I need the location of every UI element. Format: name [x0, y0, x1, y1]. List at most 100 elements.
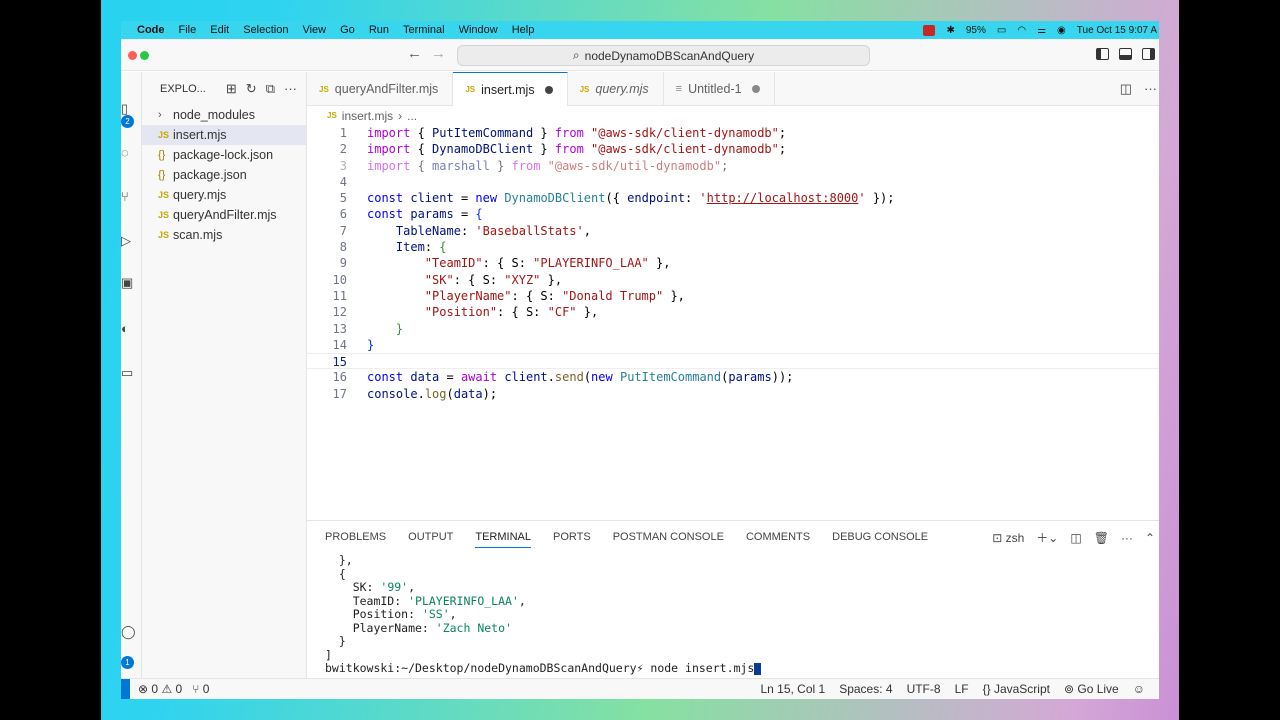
toggle-panel-icon[interactable]	[1119, 48, 1132, 60]
language-mode[interactable]: {} JavaScript	[983, 682, 1050, 696]
menu-file[interactable]: File	[179, 24, 197, 36]
unsaved-dot-icon[interactable]	[751, 85, 760, 93]
more-actions-icon[interactable]: ···	[284, 81, 297, 96]
menu-window[interactable]: Window	[459, 24, 498, 36]
cursor-position[interactable]: Ln 15, Col 1	[760, 682, 825, 696]
breadcrumb-separator: ›	[398, 108, 403, 123]
tab-insert[interactable]: JS insert.mjs	[453, 72, 568, 106]
trash-icon[interactable]: 🗑	[1094, 531, 1109, 545]
tree-folder-node-modules[interactable]: › node_modules	[142, 105, 306, 125]
problems-status[interactable]: ⊗ 0 ⚠ 0	[138, 682, 182, 696]
line-content: import { marshall } from "@aws-sdk/util-…	[347, 158, 728, 174]
tab-query-and-filter[interactable]: JS queryAndFilter.mjs	[307, 72, 454, 106]
recording-icon[interactable]	[923, 24, 936, 36]
zoom-window-button[interactable]	[140, 51, 149, 60]
go-live-button[interactable]: ⊚ Go Live	[1064, 682, 1119, 696]
accounts-icon[interactable]: ◯	[121, 625, 136, 639]
bluetooth-icon[interactable]: ✱	[946, 25, 954, 36]
explorer-title: EXPLO...	[160, 82, 206, 95]
source-control-icon[interactable]: ⑂	[121, 190, 131, 204]
code-editor[interactable]: 1 import { PutItemCommand } from "@aws-sd…	[307, 125, 1159, 402]
tab-comments[interactable]: COMMENTS	[746, 531, 810, 543]
encoding[interactable]: UTF-8	[907, 682, 941, 696]
tab-terminal[interactable]: TERMINAL	[475, 531, 531, 548]
scm-badge: 2	[121, 115, 134, 128]
tab-problems[interactable]: PROBLEMS	[325, 531, 386, 543]
js-file-icon: JS	[579, 84, 590, 94]
split-editor-icon[interactable]: ◫	[1120, 81, 1132, 97]
more-actions-icon[interactable]: ···	[1121, 531, 1133, 545]
clock[interactable]: Tue Oct 15 9:07 A	[1077, 25, 1157, 36]
line-content: const client = new DynamoDBClient({ endp…	[347, 190, 895, 206]
split-terminal-icon[interactable]: ◫	[1070, 531, 1081, 545]
control-center-icon[interactable]: ⚌	[1037, 25, 1046, 36]
tab-output[interactable]: OUTPUT	[408, 531, 453, 543]
token: ,	[583, 223, 591, 238]
breadcrumb-symbol[interactable]: ...	[407, 109, 417, 123]
toggle-secondary-sidebar-icon[interactable]	[1142, 48, 1155, 60]
search-view-icon[interactable]: ◌	[121, 146, 131, 160]
menu-app-name[interactable]: Code	[137, 24, 165, 36]
tree-file-scan[interactable]: JS scan.mjs	[142, 225, 306, 245]
tree-file-package-lock[interactable]: {} package-lock.json	[142, 145, 306, 165]
indentation[interactable]: Spaces: 4	[839, 682, 892, 696]
refresh-icon[interactable]: ↻	[246, 81, 257, 97]
activity-bar: ▯ 2 ◌ ⑂ ▷ ▣ ◐ ▭ ◯ 1	[121, 72, 142, 678]
maximize-panel-icon[interactable]: ⌃	[1145, 531, 1155, 545]
token: }	[533, 142, 555, 157]
tree-file-query-and-filter[interactable]: JS queryAndFilter.mjs	[142, 205, 306, 225]
remote-explorer-icon[interactable]: ▭	[121, 366, 133, 380]
menu-terminal[interactable]: Terminal	[403, 24, 445, 36]
extensions-icon[interactable]: ▣	[121, 276, 133, 290]
terminal-line: },	[325, 553, 353, 567]
tab-untitled[interactable]: ≡ Untitled-1	[664, 72, 775, 106]
copilot-icon[interactable]: ☺	[1133, 682, 1145, 696]
forward-arrow-icon[interactable]: →	[431, 45, 446, 62]
tab-ports[interactable]: PORTS	[553, 531, 591, 543]
battery-percent[interactable]: 95%	[966, 25, 986, 36]
breadcrumb-file[interactable]: insert.mjs	[342, 109, 393, 123]
back-arrow-icon[interactable]: ←	[407, 45, 422, 62]
siri-icon[interactable]: ◉	[1057, 25, 1066, 36]
command-center-search[interactable]: ⌕ nodeDynamoDBScanAndQuery	[457, 45, 870, 66]
tab-postman-console[interactable]: POSTMAN CONSOLE	[613, 531, 724, 543]
new-terminal-icon[interactable]: ＋⌄	[1036, 529, 1058, 546]
terminal-shell-selector[interactable]: ⊡ zsh	[992, 531, 1024, 545]
menu-go[interactable]: Go	[340, 24, 355, 36]
unsaved-dot-icon[interactable]	[544, 85, 553, 94]
remote-indicator[interactable]	[121, 678, 130, 699]
menu-edit[interactable]: Edit	[210, 24, 229, 36]
token: 'PLAYERINFO_LAA'	[408, 593, 519, 608]
wifi-icon[interactable]: ◠	[1017, 25, 1026, 36]
menu-view[interactable]: View	[302, 24, 326, 36]
tree-file-insert[interactable]: JS insert.mjs	[142, 125, 306, 145]
battery-icon[interactable]: ▭	[997, 25, 1006, 36]
more-actions-icon[interactable]: ···	[1144, 81, 1157, 97]
end-of-line[interactable]: LF	[955, 682, 969, 696]
new-file-icon[interactable]: ⊞	[226, 81, 237, 97]
close-window-button[interactable]	[128, 51, 137, 60]
explorer-icon[interactable]: ▯	[121, 102, 131, 116]
terminal-output[interactable]: }, { SK: '99', TeamID: 'PLAYERINFO_LAA',…	[307, 553, 1159, 676]
token: },	[663, 288, 685, 303]
code-line: 13 }	[307, 321, 1159, 337]
run-debug-icon[interactable]: ▷	[121, 234, 131, 248]
testing-icon[interactable]: ◐	[121, 322, 131, 336]
tab-query[interactable]: JS query.mjs	[568, 72, 664, 106]
token: TeamID:	[325, 593, 409, 608]
collapse-all-icon[interactable]: ⧉	[266, 81, 275, 97]
ports-status[interactable]: ⑂ 0	[192, 682, 209, 696]
token: {	[475, 207, 483, 222]
text-file-icon: ≡	[675, 83, 683, 95]
tree-file-query[interactable]: JS query.mjs	[142, 185, 306, 205]
toggle-primary-sidebar-icon[interactable]	[1096, 48, 1109, 60]
tab-debug-console[interactable]: DEBUG CONSOLE	[832, 531, 928, 543]
line-number: 17	[332, 386, 347, 401]
menu-run[interactable]: Run	[369, 24, 389, 36]
tree-file-package[interactable]: {} package.json	[142, 165, 306, 185]
menu-selection[interactable]: Selection	[243, 24, 288, 36]
url-link[interactable]: http://localhost:8000	[707, 191, 859, 205]
menu-help[interactable]: Help	[512, 24, 535, 36]
